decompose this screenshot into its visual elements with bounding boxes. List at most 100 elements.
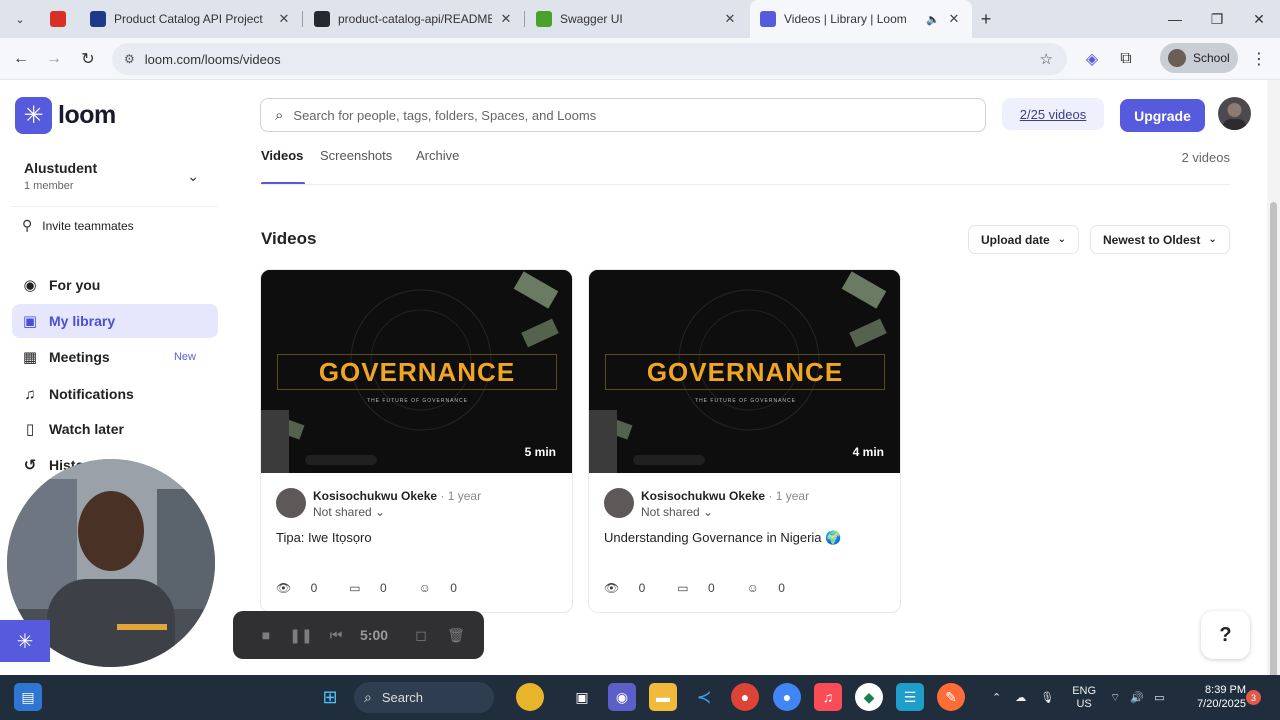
invite-teammates-button[interactable]: ⚲ Invite teammates xyxy=(12,206,217,244)
calendar-icon: ▦ xyxy=(22,349,38,366)
history-icon: ↺ xyxy=(23,457,37,474)
teams-icon[interactable]: ◉ xyxy=(608,683,636,711)
pause-icon[interactable]: ❚❚ xyxy=(289,624,312,646)
mic-icon[interactable]: 🎙 xyxy=(1040,691,1054,704)
sidebar-item-notifications[interactable]: ♫ Notifications xyxy=(12,377,218,411)
taskbar-search[interactable]: ⌕ Search xyxy=(354,682,494,713)
back-icon[interactable]: ← xyxy=(8,46,34,72)
video-title[interactable]: Understanding Governance in Nigeria 🌍 xyxy=(604,530,841,546)
bookmark-star-icon[interactable]: ☆ xyxy=(1040,50,1053,68)
notification-badge[interactable]: 3 xyxy=(1246,690,1261,705)
postman-icon[interactable]: ✎ xyxy=(937,683,965,711)
video-thumbnail[interactable]: GOVERNANCE THE FUTURE OF GOVERNANCE 4 min xyxy=(589,270,900,473)
app-icon[interactable]: ◆ xyxy=(855,683,883,711)
cloud-icon[interactable]: ☁ xyxy=(1015,691,1026,704)
tab-videos[interactable]: Videos xyxy=(261,148,303,163)
search-input[interactable] xyxy=(293,107,934,123)
upgrade-button[interactable]: Upgrade xyxy=(1120,99,1205,132)
minimize-icon[interactable]: — xyxy=(1154,0,1196,38)
browser-tab[interactable] xyxy=(40,0,78,38)
scrollbar[interactable] xyxy=(1267,80,1280,720)
battery-icon[interactable]: ▭ xyxy=(1154,691,1164,704)
loom-logo-icon: ✳ xyxy=(15,97,52,134)
tab-separator xyxy=(302,11,303,27)
thumbnail-subtitle: THE FUTURE OF GOVERNANCE xyxy=(695,398,796,404)
site-info-icon[interactable]: ⚙ xyxy=(124,52,135,66)
video-quota-badge[interactable]: 2/25 videos xyxy=(1002,98,1104,130)
user-avatar[interactable] xyxy=(1218,97,1251,130)
clock-date: 7/20/2025 xyxy=(1197,698,1246,710)
sharing-dropdown[interactable]: Not shared ⌄ xyxy=(641,505,713,519)
sort-by-label: Upload date xyxy=(981,232,1050,247)
video-meta: Kosisochukwu Okeke · 1 year Not shared ⌄ xyxy=(604,488,889,520)
tab-archive[interactable]: Archive xyxy=(416,148,459,163)
help-button[interactable]: ? xyxy=(1201,611,1250,659)
draw-icon[interactable]: ◻ xyxy=(410,624,432,646)
task-view-icon[interactable]: ▣ xyxy=(568,683,596,711)
close-tab-icon[interactable]: ✕ xyxy=(722,11,738,27)
video-stats: 👁 0 ▭ 0 ☺ 0 xyxy=(276,581,489,595)
sidebar-item-my-library[interactable]: ▣ My library xyxy=(12,304,218,338)
wifi-icon[interactable]: ⌔ xyxy=(1110,691,1120,705)
tab-list-button[interactable]: ⌄ xyxy=(6,0,34,38)
vscode-icon[interactable]: ≺ xyxy=(690,683,718,711)
address-bar[interactable]: ⚙ loom.com/looms/videos ☆ xyxy=(112,43,1067,75)
close-tab-icon[interactable]: ✕ xyxy=(946,11,962,27)
browser-tab[interactable]: Product Catalog API Project ✕ xyxy=(80,0,302,38)
sidebar-item-watch-later[interactable]: ▯ Watch later xyxy=(12,412,218,446)
owner-avatar[interactable] xyxy=(604,488,634,518)
forward-icon[interactable]: → xyxy=(41,46,67,72)
taskbar-clock[interactable]: 8:39 PM 7/20/2025 xyxy=(1186,683,1246,711)
logo-text: loom xyxy=(58,101,116,129)
notepad-icon[interactable]: ☰ xyxy=(896,683,924,711)
browser-tab[interactable]: Swagger UI ✕ xyxy=(526,0,748,38)
video-card[interactable]: GOVERNANCE THE FUTURE OF GOVERNANCE 5 min K… xyxy=(260,269,573,613)
tab-screenshots[interactable]: Screenshots xyxy=(320,148,392,163)
reload-icon[interactable]: ↻ xyxy=(75,46,101,72)
file-explorer-icon[interactable]: ▬ xyxy=(649,683,677,711)
thumbnail-title: GOVERNANCE xyxy=(277,354,557,390)
close-tab-icon[interactable]: ✕ xyxy=(498,11,514,27)
stop-icon[interactable]: ■ xyxy=(255,624,277,646)
video-thumbnail[interactable]: GOVERNANCE THE FUTURE OF GOVERNANCE 5 min xyxy=(261,270,572,473)
puzzle-icon[interactable]: ⧉ xyxy=(1113,46,1139,72)
chevron-up-icon[interactable]: ⌃ xyxy=(992,691,1001,704)
video-card[interactable]: GOVERNANCE THE FUTURE OF GOVERNANCE 4 min K… xyxy=(588,269,901,613)
close-window-icon[interactable]: ✕ xyxy=(1238,0,1280,38)
close-tab-icon[interactable]: ✕ xyxy=(276,11,292,27)
browser-tab[interactable]: product-catalog-api/README ✕ xyxy=(304,0,524,38)
maximize-icon[interactable]: ❐ xyxy=(1196,0,1238,38)
browser-tab[interactable]: Videos | Library | Loom 🔈 ✕ xyxy=(750,0,972,38)
owner-avatar[interactable] xyxy=(276,488,306,518)
chrome-profile-icon[interactable]: ● xyxy=(773,683,801,711)
comments-count: 0 xyxy=(379,581,387,595)
owner-name[interactable]: Kosisochukwu Okeke xyxy=(641,489,765,503)
scrollbar-thumb[interactable] xyxy=(1270,202,1277,720)
widgets-icon[interactable]: ▤ xyxy=(14,683,42,711)
extension-icon[interactable]: ◈ xyxy=(1079,46,1105,72)
delete-icon[interactable]: 🗑 xyxy=(445,624,467,646)
sort-by-dropdown[interactable]: Upload date ⌄ xyxy=(968,225,1080,254)
copilot-icon[interactable] xyxy=(516,683,544,711)
sharing-dropdown[interactable]: Not shared ⌄ xyxy=(313,505,385,519)
loom-logo[interactable]: ✳ loom xyxy=(15,97,116,134)
search-box[interactable]: ⌕ xyxy=(260,98,986,132)
restart-icon[interactable]: ⏮ xyxy=(325,624,347,646)
sort-order-dropdown[interactable]: Newest to Oldest ⌄ xyxy=(1090,225,1230,254)
sidebar-item-for-you[interactable]: ◉ For you xyxy=(12,268,218,302)
new-tab-button[interactable]: + xyxy=(974,0,998,38)
sidebar-item-meetings[interactable]: ▦ Meetings New xyxy=(12,340,218,374)
tab-audio-icon[interactable]: 🔈 xyxy=(926,13,940,26)
record-launcher-button[interactable]: ✳ xyxy=(0,620,50,662)
owner-name[interactable]: Kosisochukwu Okeke xyxy=(313,489,437,503)
chrome-icon[interactable]: ● xyxy=(731,683,759,711)
profile-button[interactable]: School xyxy=(1160,43,1238,73)
tab-title: Swagger UI xyxy=(560,12,623,26)
volume-icon[interactable]: 🔊 xyxy=(1130,691,1144,704)
start-icon[interactable]: ⊞ xyxy=(316,683,344,711)
workspace-switcher[interactable]: Alustudent 1 member ⌄ xyxy=(12,150,217,206)
menu-icon[interactable]: ⋮ xyxy=(1246,46,1272,72)
language-indicator[interactable]: ENG US xyxy=(1072,685,1096,711)
music-icon[interactable]: ♫ xyxy=(814,683,842,711)
video-title[interactable]: Tipa: Iwe Itọsọro xyxy=(276,530,372,545)
